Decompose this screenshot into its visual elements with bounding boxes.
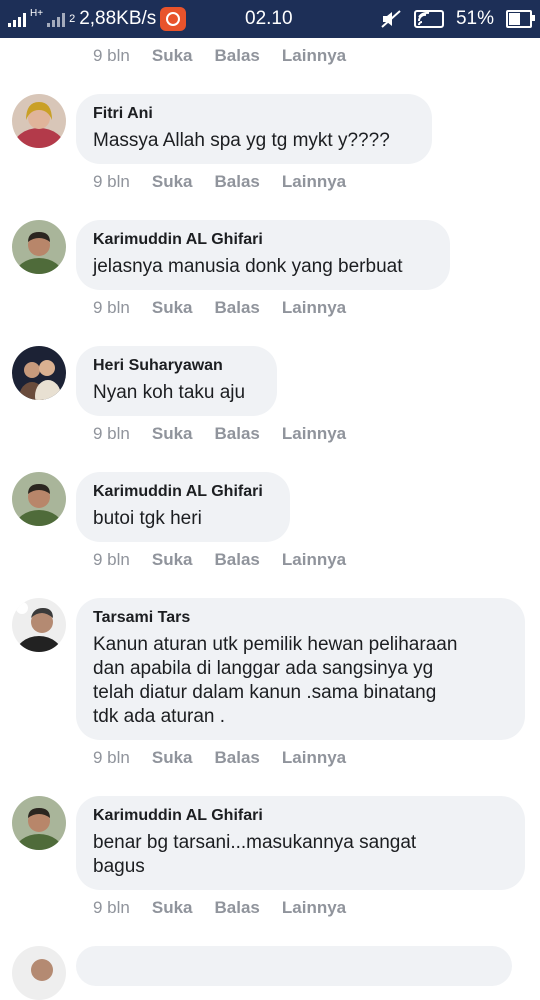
like-button[interactable]: Suka xyxy=(152,424,193,444)
more-button[interactable]: Lainnya xyxy=(282,424,346,444)
comment-bubble[interactable] xyxy=(76,946,512,986)
like-button[interactable]: Suka xyxy=(152,298,193,318)
comment-text: butoi tgk heri xyxy=(93,508,202,529)
screen-record-icon xyxy=(160,7,187,31)
mute-icon xyxy=(381,10,401,28)
comment-author[interactable]: Fitri Ani xyxy=(93,104,414,124)
comment-actions: 9 bln Suka Balas Lainnya xyxy=(93,548,346,572)
comment-time[interactable]: 9 bln xyxy=(93,424,130,444)
comment-actions: 9 bln Suka Balas Lainnya xyxy=(93,170,346,194)
comment-actions: 9 bln Suka Balas Lainnya xyxy=(93,44,346,68)
like-button[interactable]: Suka xyxy=(152,172,193,192)
comment-text: Nyan koh taku aju xyxy=(93,382,246,403)
comment-text: jelasnya manusia donk yang berbuat xyxy=(93,256,403,277)
battery-fill xyxy=(509,13,521,25)
signal-icon-2 xyxy=(47,11,66,27)
comment-bubble[interactable]: Karimuddin AL Ghifari butoi tgk heri xyxy=(76,472,290,542)
comment-time[interactable]: 9 bln xyxy=(93,46,130,66)
comment-author[interactable]: Heri Suharyawan xyxy=(93,356,259,376)
comment-text: benar bg tarsani...masukannya sangat bag… xyxy=(93,832,417,877)
like-button[interactable]: Suka xyxy=(152,898,193,918)
wifi-icon xyxy=(413,10,444,28)
comment-author[interactable]: Karimuddin AL Ghifari xyxy=(93,806,507,826)
comment-time[interactable]: 9 bln xyxy=(93,172,130,192)
avatar[interactable] xyxy=(12,946,66,1000)
comment-author[interactable]: Karimuddin AL Ghifari xyxy=(93,230,432,250)
comment-bubble[interactable]: Heri Suharyawan Nyan koh taku aju xyxy=(76,346,277,416)
reply-button[interactable]: Balas xyxy=(215,172,260,192)
reply-button[interactable]: Balas xyxy=(215,898,260,918)
comment-time[interactable]: 9 bln xyxy=(93,748,130,768)
avatar[interactable] xyxy=(12,472,66,526)
comment-author[interactable]: Karimuddin AL Ghifari xyxy=(93,482,272,502)
clock: 02.10 xyxy=(245,8,293,29)
comment-actions: 9 bln Suka Balas Lainnya xyxy=(93,296,346,320)
like-button[interactable]: Suka xyxy=(152,46,193,66)
more-button[interactable]: Lainnya xyxy=(282,748,346,768)
like-button[interactable]: Suka xyxy=(152,748,193,768)
comment-text: Kanun aturan utk pemilik hewan peliharaa… xyxy=(93,634,458,727)
avatar[interactable] xyxy=(12,346,66,400)
comment-time[interactable]: 9 bln xyxy=(93,550,130,570)
more-button[interactable]: Lainnya xyxy=(282,298,346,318)
more-button[interactable]: Lainnya xyxy=(282,550,346,570)
avatar[interactable] xyxy=(12,796,66,850)
avatar[interactable] xyxy=(12,598,66,652)
status-bar: H+ 2 2,88KB/s 02.10 51% xyxy=(0,0,540,38)
comment-author[interactable]: Tarsami Tars xyxy=(93,608,507,628)
sim-slot: 2 xyxy=(69,13,76,25)
more-button[interactable]: Lainnya xyxy=(282,898,346,918)
comment-time[interactable]: 9 bln xyxy=(93,298,130,318)
comment-bubble[interactable]: Fitri Ani Massya Allah spa yg tg mykt y?… xyxy=(76,94,432,164)
battery-percent: 51% xyxy=(455,8,494,29)
comment-bubble[interactable]: Tarsami Tars Kanun aturan utk pemilik he… xyxy=(76,598,525,740)
comment-time[interactable]: 9 bln xyxy=(93,898,130,918)
comment-text: Massya Allah spa yg tg mykt y???? xyxy=(93,130,390,151)
comment-actions: 9 bln Suka Balas Lainnya xyxy=(93,422,346,446)
comment-bubble[interactable]: Karimuddin AL Ghifari jelasnya manusia d… xyxy=(76,220,450,290)
reply-button[interactable]: Balas xyxy=(215,424,260,444)
reply-button[interactable]: Balas xyxy=(215,550,260,570)
network-type: H+ xyxy=(30,8,44,19)
reply-button[interactable]: Balas xyxy=(215,748,260,768)
battery-icon xyxy=(506,10,535,28)
more-button[interactable]: Lainnya xyxy=(282,172,346,192)
comment-actions: 9 bln Suka Balas Lainnya xyxy=(93,896,346,920)
signal-icon xyxy=(8,11,26,27)
avatar[interactable] xyxy=(12,94,66,148)
avatar[interactable] xyxy=(12,220,66,274)
comment-actions: 9 bln Suka Balas Lainnya xyxy=(93,746,346,770)
network-speed: 2,88KB/s xyxy=(79,8,157,29)
reply-button[interactable]: Balas xyxy=(215,46,260,66)
more-button[interactable]: Lainnya xyxy=(282,46,346,66)
like-button[interactable]: Suka xyxy=(152,550,193,570)
reply-button[interactable]: Balas xyxy=(215,298,260,318)
comment-bubble[interactable]: Karimuddin AL Ghifari benar bg tarsani..… xyxy=(76,796,525,890)
